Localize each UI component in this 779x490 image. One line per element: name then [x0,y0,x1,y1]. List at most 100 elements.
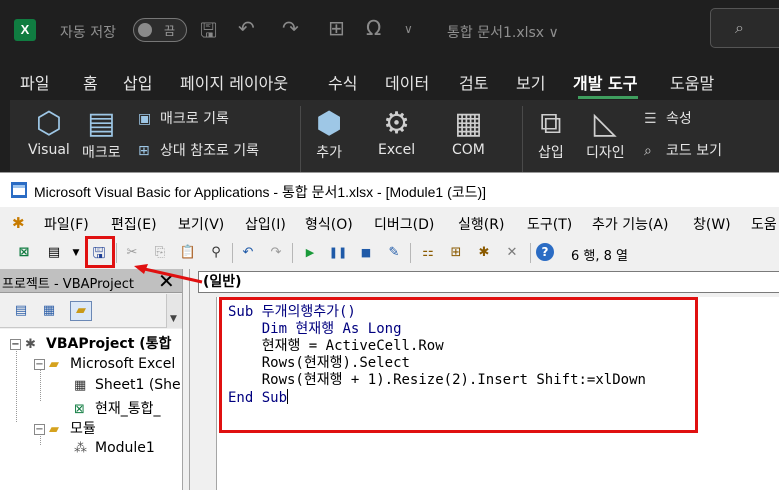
menu-format[interactable]: 형식(O) [305,214,353,234]
paste-icon[interactable]: 📋 [178,243,198,263]
menu-addins[interactable]: 추가 기능(A) [592,214,668,234]
find-icon[interactable]: ⚲ [206,243,226,263]
macro-button[interactable]: ▤ 매크로 [82,106,121,162]
copy-icon[interactable]: ⎘ [150,243,170,263]
tree-item-vbaproject[interactable]: − ✱ VBAProject (통합 [10,333,171,353]
record-macro-button[interactable]: ▣ 매크로 기록 [138,108,229,128]
scroll-down-icon[interactable]: ▼ [170,314,177,324]
properties-button[interactable]: ☰ 속성 [644,108,692,128]
help-icon[interactable]: ? [536,243,554,261]
tab-view[interactable]: 보기 [516,70,545,94]
menu-window[interactable]: 창(W) [693,214,731,234]
relative-reference-button[interactable]: ⊞ 상대 참조로 기록 [138,140,259,160]
tree-item-excel-objects[interactable]: − ▰ Microsoft Excel [34,356,175,372]
ribbon-separator [300,106,301,172]
macro-label: 매크로 [82,145,121,161]
folder-icon: ▰ [49,357,59,372]
menu-debug[interactable]: 디버그(D) [374,214,434,234]
view-code-icon[interactable]: ▤ [10,301,32,321]
menu-help[interactable]: 도움 [751,214,777,234]
vbe-window-title: Microsoft Visual Basic for Applications … [34,184,487,200]
visual-basic-button[interactable]: ⬡ Visual [28,106,70,158]
com-addins-label: COM [452,142,485,158]
toolbox-icon[interactable]: ✕ [502,243,522,263]
design-mode-button[interactable]: ◺ 디자인 [586,106,625,162]
undo-icon[interactable]: ↶ [238,243,258,263]
macro-icon: ▤ [87,106,116,141]
workbook-icon: ⊠ [74,402,85,417]
toolbar-separator [116,243,117,263]
autosave-toggle[interactable]: 끔 [133,18,187,42]
object-browser-icon[interactable]: ✱ [474,243,494,263]
menu-run[interactable]: 실행(R) [458,214,504,234]
tree-item-label: Module1 [95,440,155,456]
menu-edit[interactable]: 편집(E) [111,214,157,234]
excel-addins-button[interactable]: ⚙ Excel [378,106,415,158]
view-object-icon[interactable]: ▦ [38,301,60,321]
toggle-knob [138,23,152,37]
cursor-position: 6 행, 8 열 [571,249,628,264]
symbol-icon[interactable]: Ω [366,16,381,40]
menu-insert[interactable]: 삽입(I) [245,214,286,234]
view-code-button[interactable]: ⌕ 코드 보기 [644,140,722,160]
tree-item-label: Microsoft Excel [70,356,176,372]
tree-item-sheet1[interactable]: ▦ Sheet1 (She [74,377,181,393]
pane-splitter[interactable] [182,269,190,490]
addins-button[interactable]: ⬢ 추가 [316,106,342,162]
redo-icon[interactable]: ↷ [282,16,299,40]
tree-item-module1[interactable]: ⁂ Module1 [74,440,155,456]
vba-project-icon: ✱ [25,337,36,352]
tab-review[interactable]: 검토 [459,70,488,94]
relative-reference-icon: ⊞ [138,143,150,159]
run-icon[interactable]: ▶ [300,243,320,263]
tab-formulas[interactable]: 수식 [328,70,357,94]
toolbar-separator [232,243,233,263]
insert-control-button[interactable]: ⧉ 삽입 [538,106,564,162]
cut-icon[interactable]: ✂ [122,243,142,263]
redo-icon[interactable]: ↷ [266,243,286,263]
stop-icon[interactable]: ■ [356,243,376,263]
form-icon[interactable]: ⊞ [328,16,345,40]
vbe-title-bar: Microsoft Visual Basic for Applications … [0,173,779,207]
tree-item-thisworkbook[interactable]: ⊠ 현재_통합_ [74,398,161,418]
com-addins-button[interactable]: ▦ COM [452,106,485,158]
menu-view[interactable]: 보기(V) [178,214,224,234]
tab-developer[interactable]: 개발 도구 [573,70,637,94]
properties-window-icon[interactable]: ⊞ [446,243,466,263]
collapse-icon[interactable]: − [34,424,45,435]
tab-file[interactable]: 파일 [20,70,49,94]
pause-icon[interactable]: ❚❚ [328,243,348,263]
insert-control-label: 삽입 [538,145,564,161]
tab-home[interactable]: 홈 [83,70,98,94]
tab-insert[interactable]: 삽입 [123,70,152,94]
object-combo[interactable]: (일반) [198,271,779,293]
properties-label: 속성 [666,111,692,127]
tab-data[interactable]: 데이터 [385,70,429,94]
insert-dropdown-icon[interactable]: ▼ [66,243,86,263]
tab-help[interactable]: 도움말 [670,70,714,94]
collapse-icon[interactable]: − [34,359,45,370]
tab-page-layout[interactable]: 페이지 레이아웃 [180,70,288,94]
tree-item-modules[interactable]: − ▰ 모듈 [34,418,96,438]
menu-file[interactable]: 파일(F) [44,214,89,234]
project-tree: − ✱ VBAProject (통합 − ▰ Microsoft Excel ▦ Shee… [0,329,182,490]
project-explorer-icon[interactable]: ⚏ [418,243,438,263]
project-pane-scrollbar[interactable]: ▼ [166,294,182,328]
excel-addins-label: Excel [378,142,416,158]
insert-module-icon[interactable]: ▤ [44,243,64,263]
collapse-icon[interactable]: − [10,339,21,350]
customize-chevron-icon[interactable]: ∨ [404,22,413,36]
toggle-folders-icon[interactable]: ▰ [70,301,92,321]
menu-tools[interactable]: 도구(T) [527,214,572,234]
excel-view-icon[interactable]: ✱ [12,214,25,232]
undo-icon[interactable]: ↶ [238,16,255,40]
view-excel-icon[interactable]: ⊠ [14,243,34,263]
visual-basic-icon: ⬡ [35,106,62,141]
search-box[interactable]: ⌕ [710,8,779,48]
vba-editor-window: Microsoft Visual Basic for Applications … [0,172,779,490]
record-macro-icon: ▣ [138,111,152,127]
save-icon[interactable]: 🖫 [200,16,217,50]
excel-logo-icon: X [14,19,36,41]
document-filename[interactable]: 통합 문서1.xlsx ∨ [447,22,559,42]
design-mode-icon[interactable]: ✎ [384,243,404,263]
